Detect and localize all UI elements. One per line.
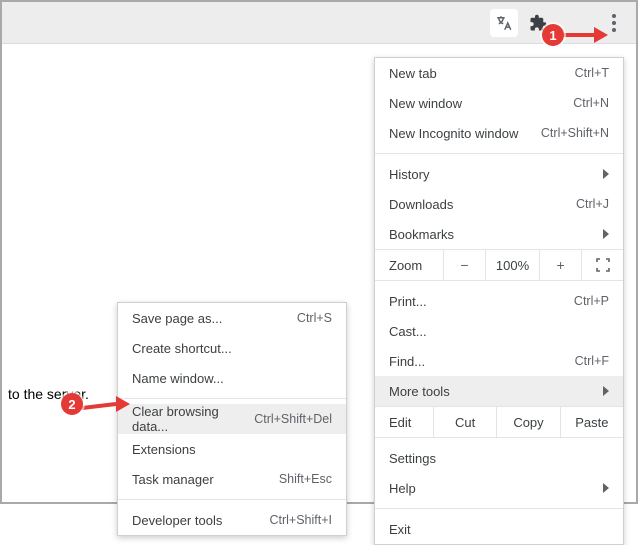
menu-settings[interactable]: Settings [375, 443, 623, 473]
browser-toolbar [2, 2, 636, 44]
submenu-create-shortcut[interactable]: Create shortcut... [118, 333, 346, 363]
menu-shortcut: Ctrl+Shift+N [541, 126, 609, 140]
menu-separator [118, 398, 346, 399]
menu-shortcut: Shift+Esc [279, 472, 332, 486]
menu-shortcut: Ctrl+Shift+Del [254, 412, 332, 426]
edit-paste-button[interactable]: Paste [560, 407, 623, 437]
menu-zoom-row: Zoom − 100% + [375, 249, 623, 281]
menu-label: Cast... [389, 324, 609, 339]
submenu-name-window[interactable]: Name window... [118, 363, 346, 393]
zoom-out-button[interactable]: − [443, 250, 485, 280]
browser-window: to the server. New tab Ctrl+T New window… [0, 0, 638, 504]
translate-icon[interactable] [490, 9, 518, 37]
submenu-extensions[interactable]: Extensions [118, 434, 346, 464]
chevron-right-icon [603, 384, 609, 399]
menu-label: Save page as... [132, 311, 297, 326]
menu-shortcut: Ctrl+F [575, 354, 609, 368]
submenu-task-manager[interactable]: Task manager Shift+Esc [118, 464, 346, 494]
menu-label: Name window... [132, 371, 332, 386]
menu-cast[interactable]: Cast... [375, 316, 623, 346]
menu-shortcut: Ctrl+P [574, 294, 609, 308]
menu-label: Exit [389, 522, 609, 537]
menu-shortcut: Ctrl+J [576, 197, 609, 211]
chevron-right-icon [603, 227, 609, 242]
zoom-in-button[interactable]: + [539, 250, 581, 280]
chevron-right-icon [603, 167, 609, 182]
menu-history[interactable]: History [375, 159, 623, 189]
menu-new-window[interactable]: New window Ctrl+N [375, 88, 623, 118]
edit-copy-button[interactable]: Copy [496, 407, 559, 437]
annotation-arrow-2 [82, 396, 130, 416]
menu-label: New window [389, 96, 573, 111]
annotation-arrow-1 [562, 25, 608, 45]
menu-label: Settings [389, 451, 609, 466]
menu-label: Help [389, 481, 603, 496]
annotation-badge-2: 2 [61, 393, 83, 415]
menu-label: Bookmarks [389, 227, 603, 242]
menu-shortcut: Ctrl+T [575, 66, 609, 80]
menu-help[interactable]: Help [375, 473, 623, 503]
chrome-main-menu: New tab Ctrl+T New window Ctrl+N New Inc… [374, 57, 624, 545]
menu-label: Extensions [132, 442, 332, 457]
menu-new-tab[interactable]: New tab Ctrl+T [375, 58, 623, 88]
menu-label: Developer tools [132, 513, 269, 528]
menu-print[interactable]: Print... Ctrl+P [375, 286, 623, 316]
menu-new-incognito[interactable]: New Incognito window Ctrl+Shift+N [375, 118, 623, 148]
menu-label: Downloads [389, 197, 576, 212]
menu-more-tools[interactable]: More tools [375, 376, 623, 406]
more-tools-submenu: Save page as... Ctrl+S Create shortcut..… [117, 302, 347, 536]
submenu-clear-browsing-data[interactable]: Clear browsing data... Ctrl+Shift+Del [118, 404, 346, 434]
menu-edit-row: Edit Cut Copy Paste [375, 406, 623, 438]
menu-find[interactable]: Find... Ctrl+F [375, 346, 623, 376]
menu-label: History [389, 167, 603, 182]
menu-shortcut: Ctrl+S [297, 311, 332, 325]
menu-label: More tools [389, 384, 603, 399]
menu-exit[interactable]: Exit [375, 514, 623, 544]
menu-label: Find... [389, 354, 575, 369]
menu-downloads[interactable]: Downloads Ctrl+J [375, 189, 623, 219]
menu-shortcut: Ctrl+Shift+I [269, 513, 332, 527]
chevron-right-icon [603, 481, 609, 496]
submenu-save-page[interactable]: Save page as... Ctrl+S [118, 303, 346, 333]
submenu-developer-tools[interactable]: Developer tools Ctrl+Shift+I [118, 505, 346, 535]
menu-separator [375, 153, 623, 154]
fullscreen-button[interactable] [581, 250, 623, 280]
annotation-badge-1: 1 [542, 24, 564, 46]
menu-label: Print... [389, 294, 574, 309]
edit-cut-button[interactable]: Cut [433, 407, 496, 437]
menu-label: Clear browsing data... [132, 404, 254, 434]
menu-label: Task manager [132, 472, 279, 487]
menu-shortcut: Ctrl+N [573, 96, 609, 110]
edit-label: Edit [375, 415, 433, 430]
menu-label: New tab [389, 66, 575, 81]
menu-bookmarks[interactable]: Bookmarks [375, 219, 623, 249]
menu-separator [118, 499, 346, 500]
menu-label: New Incognito window [389, 126, 541, 141]
zoom-label: Zoom [375, 258, 443, 273]
zoom-value: 100% [485, 250, 539, 280]
menu-label: Create shortcut... [132, 341, 332, 356]
menu-separator [375, 508, 623, 509]
